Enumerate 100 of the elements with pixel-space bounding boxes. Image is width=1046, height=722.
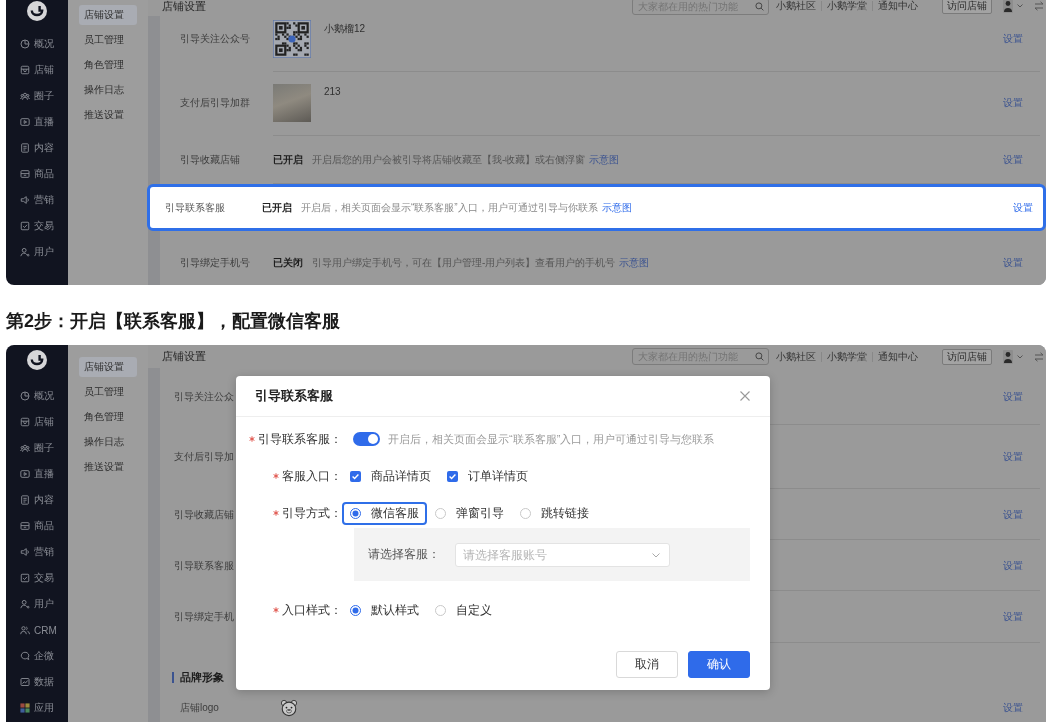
chevron-down-icon[interactable] [652, 552, 660, 558]
page-title: 店铺设置 [162, 349, 206, 364]
radio-button[interactable] [435, 507, 446, 519]
users-icon [20, 625, 30, 635]
cancel-button[interactable]: 取消 [616, 651, 678, 678]
speaker-icon [20, 195, 30, 205]
setting-label: 店铺logo [180, 700, 220, 715]
status-text: 已开启 [262, 200, 292, 215]
top-nav-link[interactable]: 小鹅学堂 [827, 0, 867, 13]
submenu-item[interactable]: 推送设置 [79, 457, 137, 477]
settings-link[interactable]: 设置 [1013, 200, 1033, 215]
setting-label: 支付后引导加群 [180, 96, 251, 110]
search-icon[interactable] [755, 352, 764, 361]
sidebar-item[interactable]: 交易 [6, 565, 68, 591]
radio-option[interactable]: 自定义 [427, 598, 500, 622]
radio-button[interactable] [350, 507, 361, 519]
sidebar-item[interactable]: 企微 [6, 643, 68, 669]
checkbox[interactable] [350, 470, 361, 482]
sidebar-item[interactable]: 直播 [6, 109, 68, 135]
submenu-item[interactable]: 推送设置 [79, 105, 137, 125]
group-name: 213 [324, 86, 341, 97]
status-text: 已关闭 [273, 256, 303, 270]
sidebar-item[interactable]: 概况 [6, 31, 68, 57]
radio-button[interactable] [435, 604, 446, 616]
status-description: 开启后您的用户会被引导将店铺收藏至【我-收藏】或右侧浮窗 [312, 153, 586, 167]
caret-down-icon[interactable] [1017, 354, 1023, 359]
radio-button[interactable] [350, 604, 361, 616]
field-label: 引导联系客服： [258, 430, 342, 448]
shop-icon [20, 417, 30, 427]
setting-label: 引导关注公众号 [180, 32, 251, 46]
sidebar-item[interactable]: 商品 [6, 513, 68, 539]
checkbox[interactable] [447, 470, 458, 482]
setting-label: 引导绑定手机 [174, 610, 234, 624]
setting-label: 引导收藏店铺 [174, 507, 234, 522]
visit-store-button[interactable]: 访问店铺 [942, 348, 992, 365]
radio-option[interactable]: 默认样式 [342, 598, 427, 622]
group-icon [20, 91, 30, 101]
submenu-item[interactable]: 店铺设置 [79, 5, 137, 25]
sidebar-item[interactable]: 店铺 [6, 57, 68, 83]
top-nav-link[interactable]: 通知中心 [878, 0, 918, 13]
visit-store-button[interactable]: 访问店铺 [942, 0, 992, 14]
avatar-icon [1003, 0, 1013, 13]
sidebar-item[interactable]: 店铺 [6, 409, 68, 435]
checkbox-option[interactable]: 商品详情页 [342, 464, 439, 488]
sidebar-item[interactable]: 圈子 [6, 83, 68, 109]
sidebar-item[interactable]: 直播 [6, 461, 68, 487]
top-nav-link[interactable]: 小鹅学堂 [827, 349, 867, 364]
sidebar-item[interactable]: 营销 [6, 187, 68, 213]
top-nav-link[interactable]: 小鹅社区 [776, 0, 816, 13]
page-title: 店铺设置 [162, 0, 206, 14]
video-play-icon [20, 469, 30, 479]
example-link[interactable]: 示意图 [601, 200, 632, 215]
submenu-item[interactable]: 操作日志 [79, 80, 137, 100]
chart-icon [20, 677, 30, 687]
setting-label: 引导关注公众 [174, 389, 234, 404]
bear-face-icon [280, 698, 298, 717]
radio-option[interactable]: 跳转链接 [512, 501, 597, 525]
radio-option[interactable]: 弹窗引导 [427, 501, 512, 525]
submenu-item[interactable]: 角色管理 [79, 55, 137, 75]
sidebar-item[interactable]: 内容 [6, 135, 68, 161]
sidebar-item[interactable]: 应用 [6, 695, 68, 721]
sidebar-item[interactable]: 商品 [6, 161, 68, 187]
dialog-title: 引导联系客服 [255, 387, 333, 405]
tray-icon [20, 169, 30, 179]
setting-label: 引导联系客服 [174, 558, 234, 573]
top-nav-link[interactable]: 通知中心 [878, 349, 918, 364]
submenu-item[interactable]: 员工管理 [79, 30, 137, 50]
sidebar-item[interactable]: 用户 [6, 591, 68, 617]
sidebar-item[interactable]: 用户 [6, 239, 68, 265]
toggle-switch[interactable] [353, 432, 380, 446]
sidebar-item[interactable]: 圈子 [6, 435, 68, 461]
pie-chart-icon [20, 39, 30, 49]
apps-grid-icon [20, 703, 30, 713]
caret-down-icon[interactable] [1017, 4, 1023, 8]
top-nav-link[interactable]: 小鹅社区 [776, 349, 816, 364]
search-icon[interactable] [755, 1, 764, 11]
submenu-item[interactable]: 操作日志 [79, 432, 137, 452]
confirm-button[interactable]: 确认 [688, 651, 750, 678]
swap-arrows-icon[interactable] [1034, 351, 1044, 362]
select-field[interactable]: 请选择客服账号 [455, 542, 670, 567]
sidebar-item[interactable]: 概况 [6, 383, 68, 409]
sidebar-item[interactable]: 营销 [6, 539, 68, 565]
setting-label: 引导收藏店铺 [180, 153, 241, 167]
field-label: 引导方式： [282, 504, 342, 522]
qr-code-icon [273, 20, 311, 58]
radio-button[interactable] [520, 507, 531, 519]
checkbox-option[interactable]: 订单详情页 [439, 464, 536, 488]
submenu-item[interactable]: 员工管理 [79, 382, 137, 402]
sidebar-item[interactable]: 数据 [6, 669, 68, 695]
sidebar-item[interactable]: 内容 [6, 487, 68, 513]
sidebar-item[interactable]: CRM [6, 617, 68, 643]
close-icon[interactable] [740, 391, 750, 401]
video-play-icon [20, 117, 30, 127]
submenu-item[interactable]: 角色管理 [79, 407, 137, 427]
sidebar-item[interactable]: 交易 [6, 213, 68, 239]
submenu-item[interactable]: 店铺设置 [79, 357, 137, 377]
photo-placeholder [273, 84, 311, 122]
radio-option[interactable]: 微信客服 [342, 501, 427, 525]
swap-arrows-icon[interactable] [1034, 1, 1044, 11]
user-icon [20, 599, 30, 609]
